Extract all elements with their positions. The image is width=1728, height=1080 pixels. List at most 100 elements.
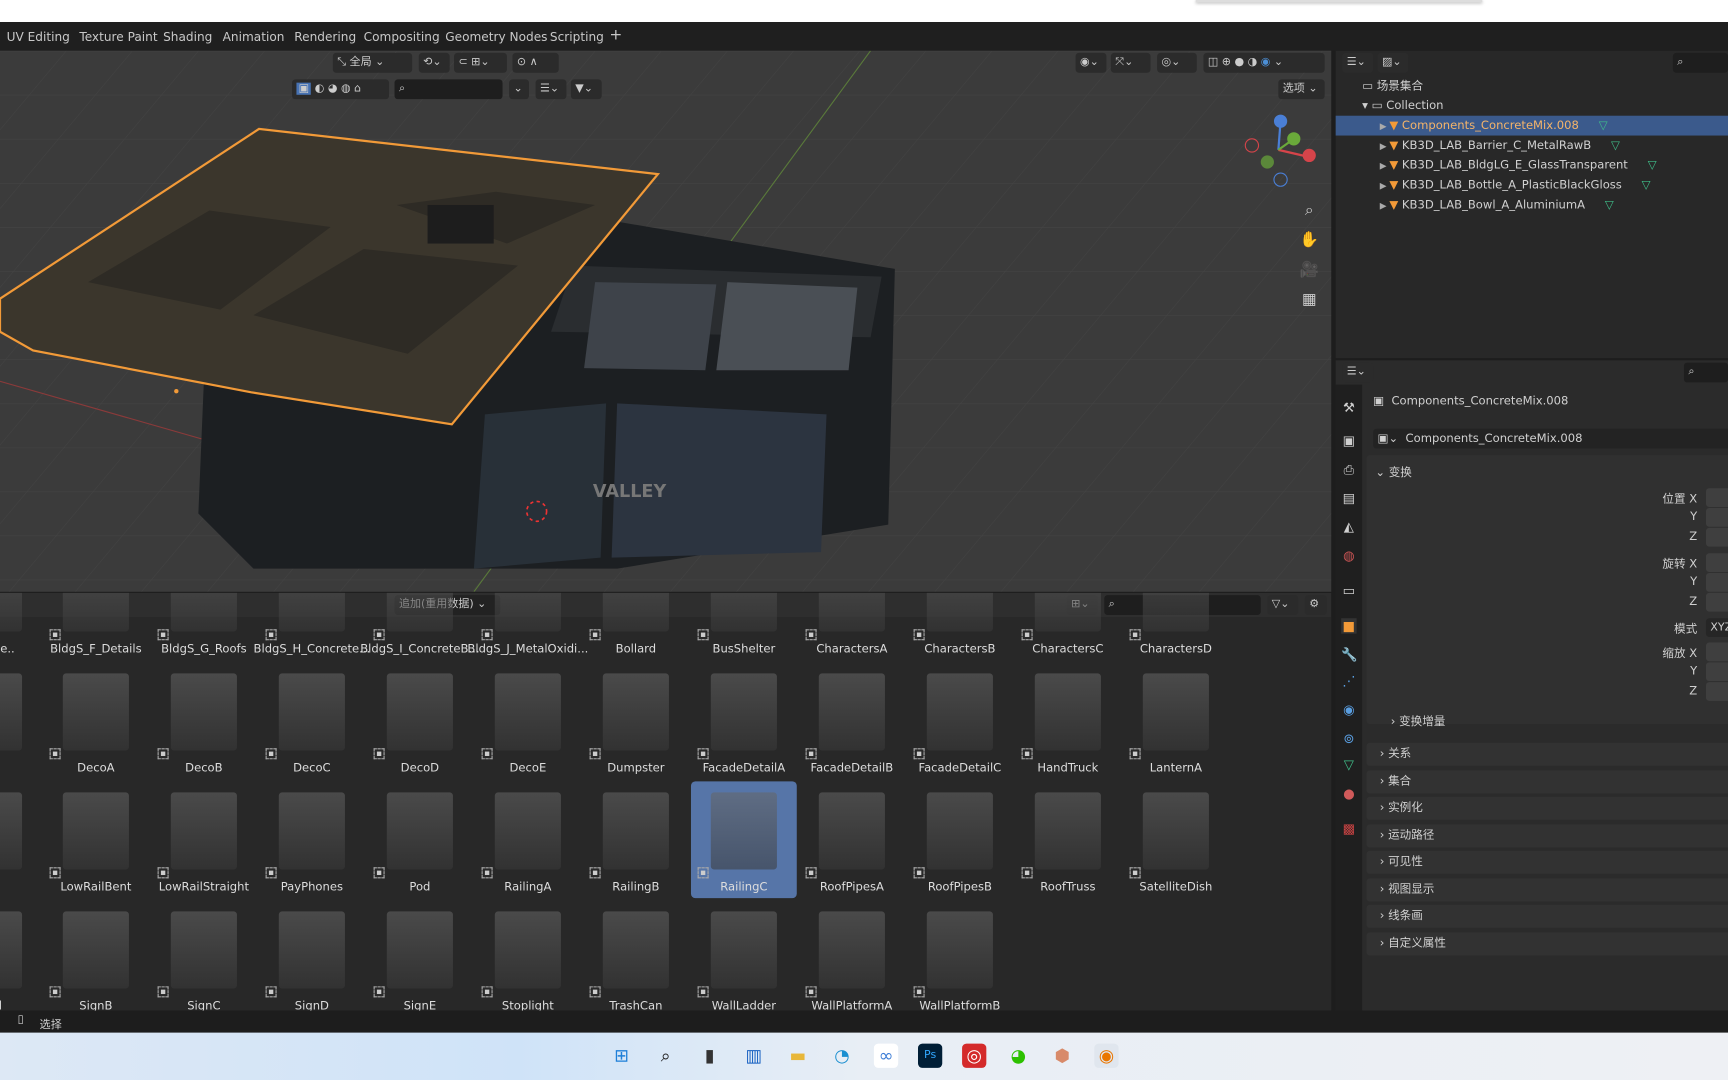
tab-scripting[interactable]: Scripting — [550, 30, 604, 44]
transform-value-field[interactable] — [1705, 662, 1728, 682]
asset-tile[interactable]: LowRailStraight — [151, 781, 257, 898]
transform-value-field[interactable] — [1705, 553, 1728, 572]
photoshop-icon[interactable]: Ps — [917, 1043, 943, 1068]
outliner-object-row[interactable]: ▶ ▼ Components_ConcreteMix.008 ▽ — [1335, 115, 1728, 136]
viewport-search-input[interactable]: ⌕ — [394, 79, 503, 100]
file-explorer-icon[interactable]: ▬ — [786, 1044, 810, 1068]
asset-tile[interactable]: DecoE — [475, 662, 581, 779]
asset-tile[interactable]: LanternA — [1123, 662, 1229, 779]
asset-tile[interactable]: CharactersB — [907, 592, 1013, 660]
mesh-data-tab-icon[interactable]: ▽ — [1341, 757, 1356, 772]
collapsed-panel[interactable]: › 线条画 — [1366, 904, 1728, 928]
asset-tile[interactable]: SignC — [151, 900, 257, 1011]
asset-tile[interactable]: SatelliteDish — [1123, 781, 1229, 898]
tab-shading[interactable]: Shading — [163, 30, 212, 44]
collapsed-panel[interactable]: › 可见性 — [1366, 850, 1728, 874]
asset-tile[interactable]: BusShelter — [691, 592, 797, 660]
expand-arrow-icon[interactable]: ▶ — [1380, 181, 1390, 191]
collapsed-panel[interactable]: › 运动路径 — [1366, 823, 1728, 847]
task-view-icon[interactable]: ▮ — [698, 1044, 722, 1068]
transform-value-field[interactable] — [1705, 527, 1728, 547]
output-tab-icon[interactable]: ⎙ — [1341, 462, 1356, 477]
asset-tile[interactable]: RailingA — [475, 781, 581, 898]
collapsed-panel[interactable]: › 实例化 — [1366, 796, 1728, 820]
tool-tab-icon[interactable]: ⚒ — [1341, 400, 1356, 415]
material-tab-icon[interactable]: ● — [1341, 786, 1356, 801]
filter-dropdown[interactable]: ▨⌄ — [1377, 52, 1409, 73]
outliner-object-row[interactable]: ▶ ▼ KB3D_LAB_Bottle_A_PlasticBlackGloss ▽ — [1336, 175, 1728, 195]
tab-geometry-nodes[interactable]: Geometry Nodes — [445, 30, 547, 44]
collapsed-panel[interactable]: › 关系 — [1366, 742, 1728, 766]
editor-type-dropdown[interactable]: ☰⌄ — [1342, 362, 1374, 383]
tab-compositing[interactable]: Compositing — [364, 30, 440, 44]
perspective-grid-icon[interactable]: ▦ — [1298, 285, 1320, 315]
asset-tile[interactable]: BldgS_J_MetalOxidi... — [467, 592, 588, 660]
collection-tab-icon[interactable]: ▭ — [1341, 583, 1356, 598]
expand-arrow-icon[interactable]: ▶ — [1380, 141, 1390, 151]
asset-tile[interactable]: DecoD — [367, 662, 473, 779]
asset-tile[interactable]: Bollard — [583, 592, 689, 660]
object-tab-icon[interactable]: ■ — [1341, 618, 1357, 634]
windows-start-icon[interactable]: ⊞ — [609, 1044, 633, 1068]
asset-tile[interactable]: Pod — [367, 781, 473, 898]
tab-texture-paint[interactable]: Texture Paint — [79, 30, 157, 44]
asset-tile[interactable]: RoofPipesB — [907, 781, 1013, 898]
3d-viewport[interactable]: VALLEY ⤡ 全局 ⌄ ⟲⌄ ⊂ ⊞⌄ ⊙ ∧ ▣ ◐ ◕ ◍ ⌂ ⌕ ⌄ … — [0, 50, 1332, 592]
asset-tile[interactable]: WallPlatformA — [799, 900, 905, 1011]
transform-value-field[interactable] — [1705, 573, 1728, 592]
filter-icon[interactable]: ▼⌄ — [570, 79, 602, 100]
asset-tile[interactable]: WallLadder — [691, 900, 797, 1011]
expand-arrow-icon[interactable]: ▾ — [1362, 99, 1368, 112]
asset-tile[interactable]: CharactersD — [1123, 592, 1229, 660]
shading-mode-buttons[interactable]: ◫ ⊕ ● ◑ ◉ ⌄ — [1203, 52, 1325, 73]
collection-row[interactable]: ▾ ▭ Collection — [1336, 96, 1728, 116]
pan-hand-icon[interactable]: ✋ — [1298, 226, 1320, 256]
snap-toggle[interactable]: ⊂ ⊞⌄ — [454, 52, 507, 73]
search-icon[interactable]: ⌕ — [654, 1044, 678, 1068]
transform-value-field[interactable] — [1705, 488, 1728, 507]
modifier-wrench-icon[interactable]: 🔧 — [1341, 647, 1357, 662]
mesh-data-icon[interactable]: ▽ — [1611, 139, 1620, 152]
gizmo-toggle[interactable]: ⤧⌄ — [1110, 52, 1151, 73]
asset-tile[interactable]: BldgS_F_Details — [43, 592, 149, 660]
asset-tile[interactable]: SignE — [367, 900, 473, 1011]
asset-filter-dropdown[interactable]: ▽⌄ — [1267, 595, 1299, 615]
collapsed-panel[interactable]: › 视图显示 — [1366, 877, 1728, 901]
transform-value-field[interactable] — [1705, 682, 1728, 701]
pivot-dropdown[interactable]: ⟲⌄ — [418, 52, 450, 73]
tab-animation[interactable]: Animation — [223, 30, 285, 44]
zoom-icon[interactable]: ⌕ — [1298, 196, 1320, 226]
texture-tab-icon[interactable]: ▩ — [1341, 821, 1356, 836]
display-mode-dropdown[interactable]: ☰⌄ — [535, 79, 567, 100]
asset-tile[interactable]: Stoplight — [475, 900, 581, 1011]
wechat-icon[interactable]: ◕ — [1006, 1044, 1030, 1068]
constraints-tab-icon[interactable]: ⊚ — [1341, 731, 1356, 746]
outliner-object-row[interactable]: ▶ ▼ KB3D_LAB_Bowl_A_AluminiumA ▽ — [1336, 195, 1728, 215]
asset-tile[interactable]: FacadeDetailC — [907, 662, 1013, 779]
asset-tile[interactable]: PayPhones — [259, 781, 365, 898]
scene-collection-row[interactable]: ▭ 场景集合 — [1336, 76, 1728, 96]
mesh-data-icon[interactable]: ▽ — [1599, 119, 1608, 132]
options-dropdown[interactable]: 选项 ⌄ — [1278, 79, 1325, 100]
transform-value-field[interactable] — [1705, 642, 1728, 662]
collapsed-panel[interactable]: › 自定义属性 — [1366, 931, 1728, 955]
edge-icon[interactable]: ◔ — [830, 1044, 854, 1068]
asset-tile[interactable]: CharactersC — [1015, 592, 1121, 660]
asset-tile[interactable]: DecoB — [151, 662, 257, 779]
scene-tab-icon[interactable]: ◭ — [1341, 519, 1356, 534]
orientation-dropdown[interactable]: ⤡ 全局 ⌄ — [332, 52, 413, 73]
asset-tile[interactable]: BldgS_I_ConcreteB... — [360, 592, 480, 660]
outliner-object-row[interactable]: ▶ ▼ KB3D_LAB_Barrier_C_MetalRawB ▽ — [1336, 136, 1728, 156]
collapsed-panel[interactable]: › 集合 — [1366, 769, 1728, 793]
world-tab-icon[interactable]: ◍ — [1341, 548, 1356, 563]
asset-tile[interactable]: RailingC — [690, 781, 797, 899]
physics-tab-icon[interactable]: ◉ — [1341, 702, 1356, 717]
mesh-data-icon[interactable]: ▽ — [1605, 198, 1614, 211]
asset-tile[interactable]: SignB — [43, 900, 149, 1011]
app-orange-icon[interactable]: ⬢ — [1050, 1044, 1074, 1068]
rotation-mode-dropdown[interactable]: XYZ 欧拉 — [1705, 618, 1728, 637]
display-mode-dropdown[interactable]: ☰⌄ — [1342, 52, 1374, 73]
proportional-edit-toggle[interactable]: ⊙ ∧ — [512, 52, 559, 73]
camera-icon[interactable]: 🎥 — [1298, 256, 1320, 286]
transform-value-field[interactable] — [1705, 508, 1728, 527]
